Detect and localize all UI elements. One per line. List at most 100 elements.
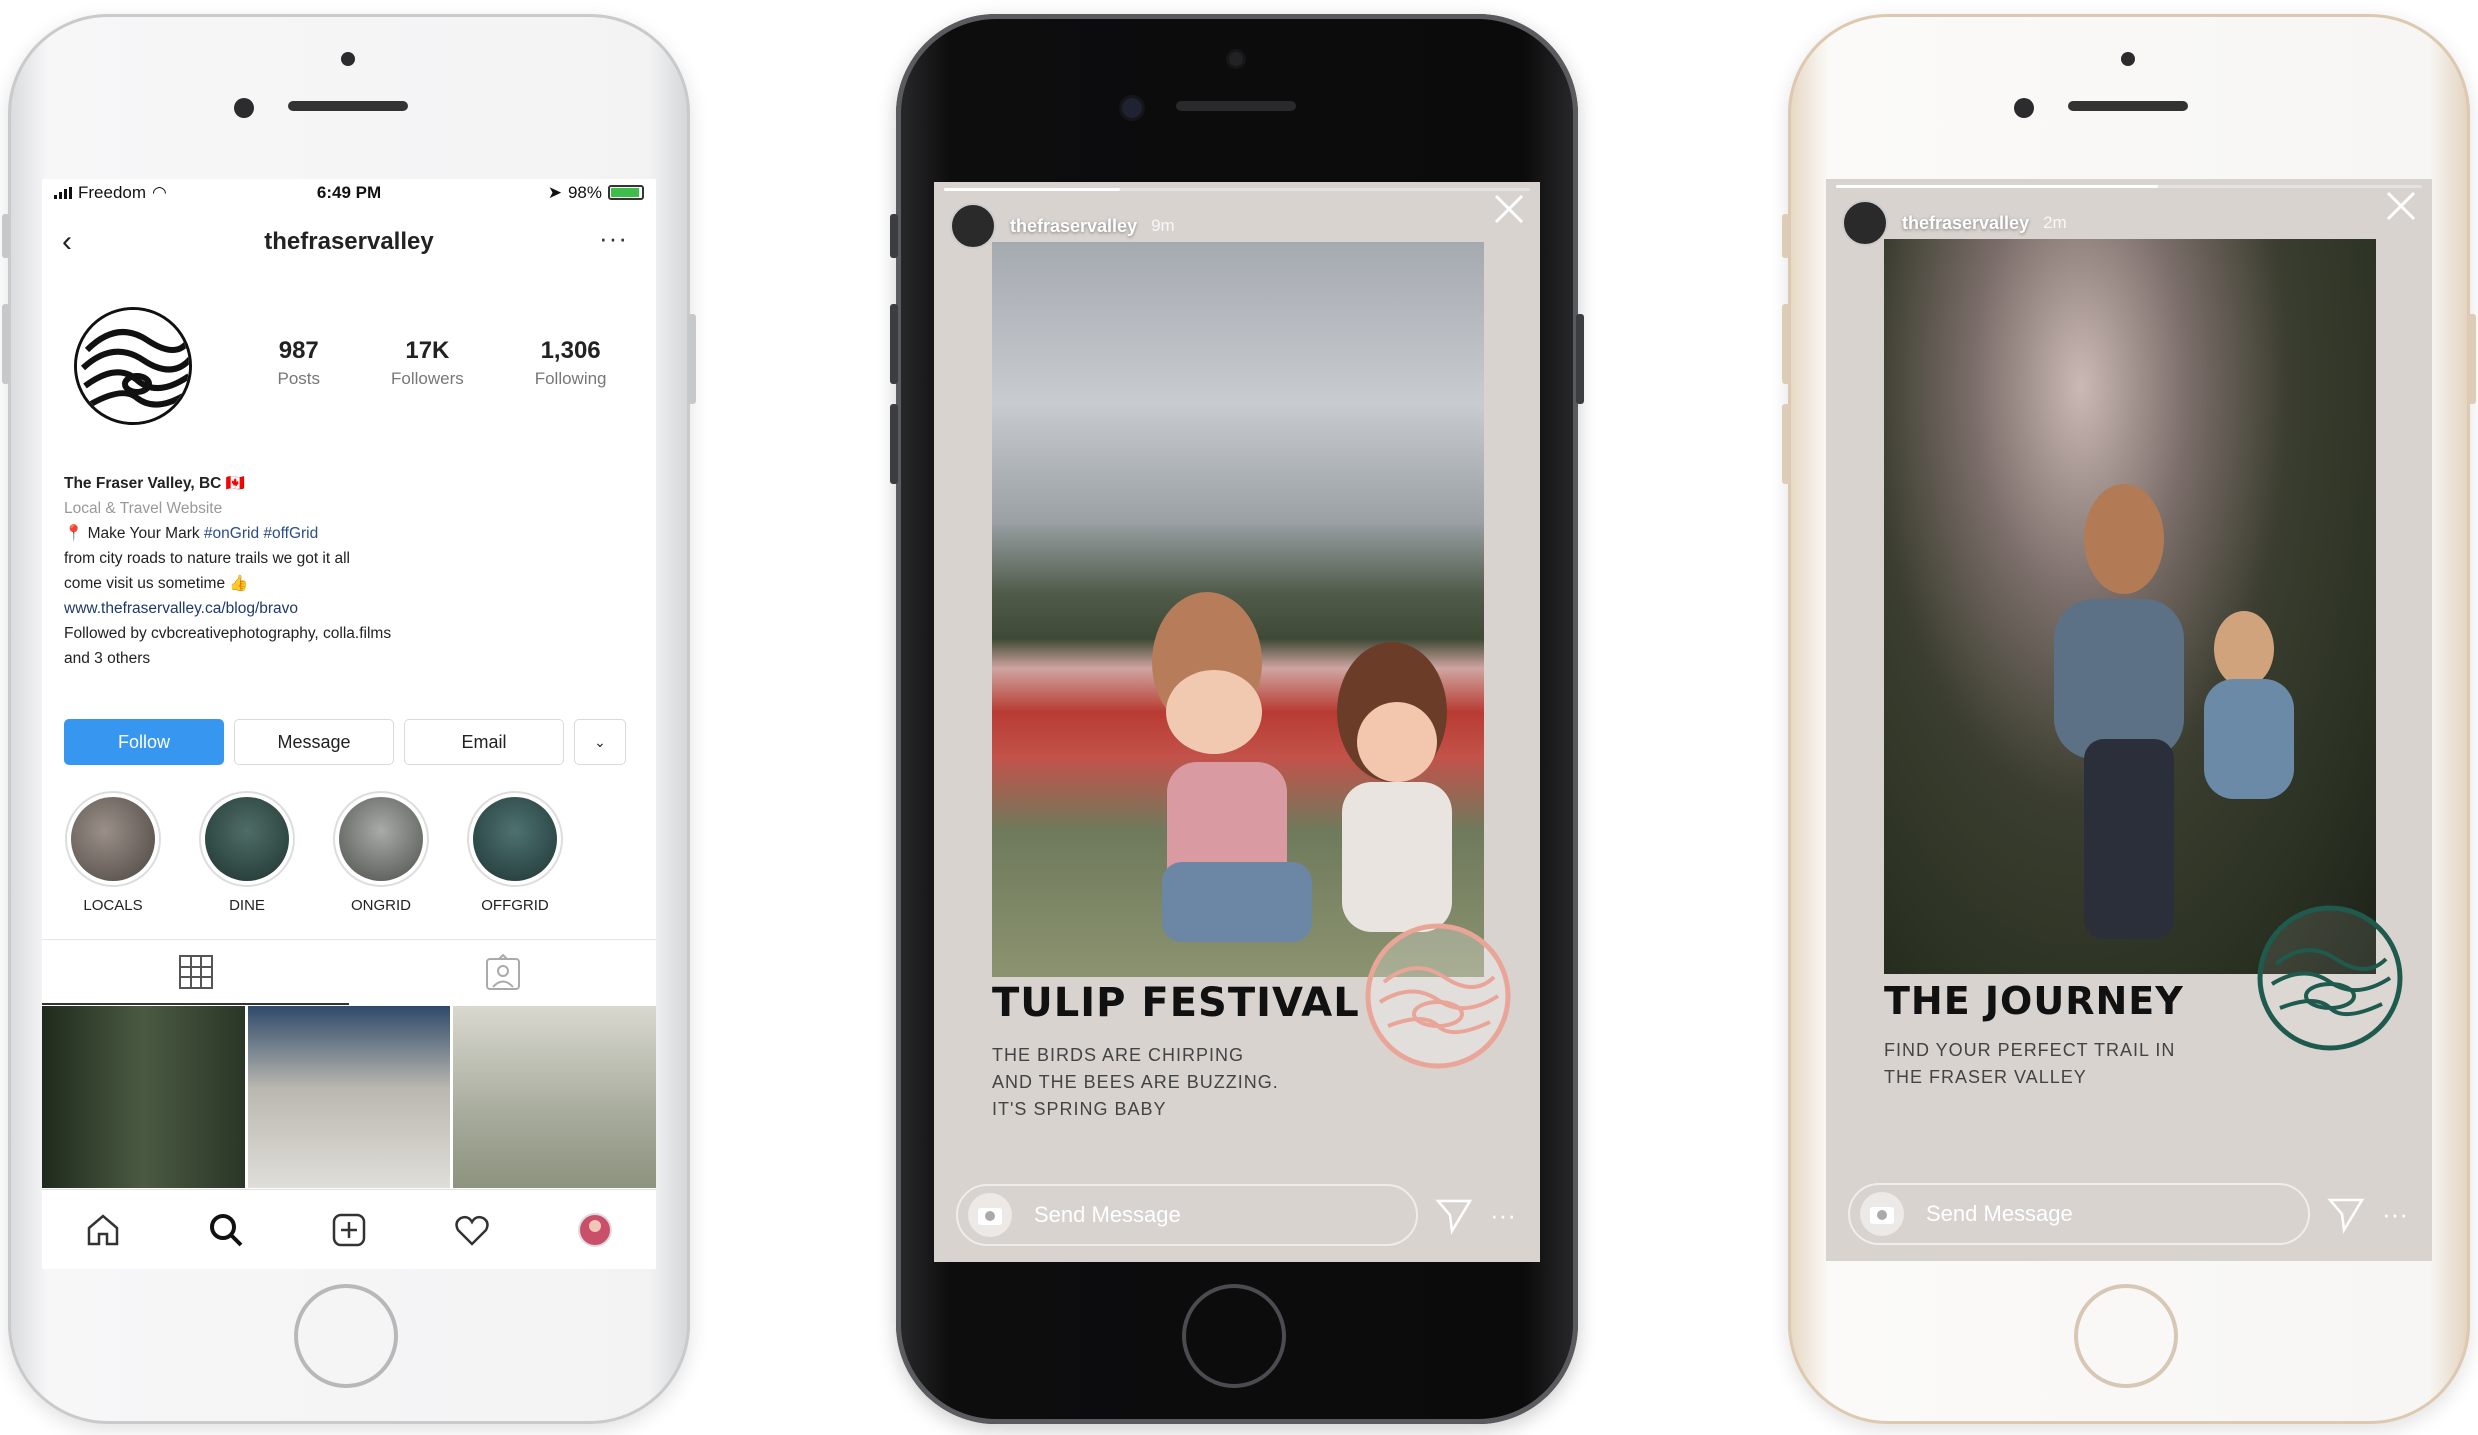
tab-tagged[interactable] (349, 940, 656, 1005)
send-message-placeholder: Send Message (1034, 1202, 1181, 1227)
story-progress-bar (1836, 185, 2422, 188)
follow-button[interactable]: Follow (64, 719, 224, 765)
story-highlights: LOCALS DINE ONGRID OFFGRID (64, 791, 624, 914)
phone-profile: Freedom ◠ 6:49 PM ➤ 98% ‹ thefraservalle… (2, 14, 696, 1424)
stat-value: 17K (405, 337, 450, 364)
story-subtitle: THE BIRDS ARE CHIRPING AND THE BEES ARE … (992, 1042, 1279, 1123)
new-post-icon[interactable] (329, 1210, 369, 1250)
story-username[interactable]: thefraservalley (1010, 216, 1137, 237)
story-time: 2m (2043, 213, 2067, 232)
front-camera (2121, 52, 2135, 66)
direct-send-icon[interactable] (2326, 1194, 2366, 1234)
story-avatar[interactable] (1842, 200, 1888, 246)
tab-grid[interactable] (42, 940, 349, 1005)
story-username[interactable]: thefraservalley (1902, 213, 2029, 234)
story-photo-hikers (2054, 484, 2294, 939)
earpiece-speaker (2068, 101, 2188, 111)
stat-posts[interactable]: 987 Posts (277, 337, 320, 389)
front-camera (341, 52, 355, 66)
direct-send-icon[interactable] (1434, 1195, 1474, 1235)
volume-up-button (2, 304, 10, 384)
story-header: thefraservalley 2m (1842, 193, 2416, 253)
story-reply-bar: Send Message ··· (956, 1184, 1516, 1246)
followed-by[interactable]: Followed by cvbcreativephotography, coll… (64, 621, 634, 646)
tagged-icon (485, 953, 520, 990)
highlight-label: LOCALS (83, 897, 143, 914)
phone-story-journey: thefraservalley 2m THE JOURNEY FIND YOUR… (1782, 14, 2476, 1424)
home-icon[interactable] (83, 1210, 123, 1250)
send-message-field[interactable]: Send Message (1848, 1183, 2311, 1245)
bio-link[interactable]: www.thefraservalley.ca/blog/bravo (64, 596, 634, 621)
volume-down-button (1782, 404, 1790, 484)
post-thumbnail[interactable] (453, 1006, 656, 1188)
story-title: THE JOURNEY (1884, 979, 2184, 1023)
home-button[interactable] (1182, 1284, 1286, 1388)
highlight-ongrid[interactable]: ONGRID (332, 791, 430, 914)
stat-label: Following (534, 369, 607, 388)
close-icon[interactable] (2384, 189, 2418, 223)
highlight-dine[interactable]: DINE (198, 791, 296, 914)
camera-icon[interactable] (1860, 1192, 1904, 1236)
mute-switch (890, 214, 898, 258)
profile-screen: Freedom ◠ 6:49 PM ➤ 98% ‹ thefraservalle… (42, 179, 656, 1269)
post-thumbnail[interactable] (42, 1006, 245, 1188)
stat-value: 987 (278, 337, 319, 364)
search-icon[interactable] (206, 1210, 246, 1250)
more-options-icon[interactable]: ··· (1490, 1200, 1516, 1231)
highlight-locals[interactable]: LOCALS (64, 791, 162, 914)
story-avatar[interactable] (950, 203, 996, 249)
phone-story-tulip: thefraservalley 9m TULIP FESTIVAL THE BI… (890, 14, 1584, 1424)
profile-header: ‹ thefraservalley ··· (42, 217, 656, 267)
volume-up-button (890, 304, 898, 384)
subtitle-line: THE FRASER VALLEY (1884, 1067, 2087, 1087)
followed-by-others[interactable]: and 3 others (64, 646, 634, 671)
post-thumbnail[interactable] (247, 1006, 451, 1188)
send-message-field[interactable]: Send Message (956, 1184, 1419, 1246)
status-bar: Freedom ◠ 6:49 PM ➤ 98% (42, 179, 656, 207)
stat-label: Followers (390, 369, 464, 388)
message-button[interactable]: Message (234, 719, 394, 765)
highlight-label: DINE (229, 897, 265, 914)
bio-name: The Fraser Valley, BC 🇨🇦 (64, 475, 245, 492)
email-button[interactable]: Email (404, 719, 564, 765)
subtitle-line: IT'S SPRING BABY (992, 1099, 1167, 1119)
stat-followers[interactable]: 17K Followers (391, 337, 464, 389)
bio-hashtags[interactable]: #onGrid #offGrid (204, 525, 318, 542)
earpiece-speaker (288, 101, 408, 111)
fraser-valley-badge (2257, 905, 2403, 1051)
close-icon[interactable] (1492, 192, 1526, 226)
story-photo-people (1152, 592, 1452, 942)
earpiece-speaker (1176, 101, 1296, 111)
front-camera (1229, 52, 1243, 66)
heart-icon[interactable] (452, 1210, 492, 1250)
subtitle-line: FIND YOUR PERFECT TRAIL IN (1884, 1040, 2176, 1060)
send-message-placeholder: Send Message (1926, 1201, 2073, 1226)
highlight-offgrid[interactable]: OFFGRID (466, 791, 564, 914)
sensor-dot (234, 98, 254, 118)
battery-icon (608, 185, 644, 200)
highlight-label: OFFGRID (481, 897, 549, 914)
volume-up-button (1782, 304, 1790, 384)
profile-tabs (42, 939, 656, 1005)
camera-icon[interactable] (968, 1193, 1012, 1237)
stat-value: 1,306 (540, 337, 601, 364)
home-button[interactable] (2074, 1284, 2178, 1388)
sensor-dot (2014, 98, 2034, 118)
more-options-icon[interactable]: ··· (599, 223, 628, 254)
profile-tab-avatar[interactable] (575, 1210, 615, 1250)
home-button[interactable] (294, 1284, 398, 1388)
more-options-icon[interactable]: ··· (2382, 1199, 2408, 1230)
subtitle-line: AND THE BEES ARE BUZZING. (992, 1072, 1279, 1092)
volume-down-button (890, 404, 898, 484)
profile-stats: 987 Posts 17K Followers 1,306 Following (242, 337, 642, 389)
stat-label: Posts (277, 369, 321, 388)
highlight-cover (473, 797, 557, 881)
mockup-stage: Freedom ◠ 6:49 PM ➤ 98% ‹ thefraservalle… (0, 0, 2478, 1435)
stat-following[interactable]: 1,306 Following (535, 337, 607, 389)
profile-avatar[interactable] (74, 307, 192, 425)
suggested-dropdown-button[interactable]: ⌄ (574, 719, 626, 765)
story-title: TULIP FESTIVAL (992, 980, 1360, 1026)
story-screen-journey: thefraservalley 2m THE JOURNEY FIND YOUR… (1826, 179, 2432, 1261)
back-arrow-icon[interactable]: ‹ (62, 225, 72, 259)
grid-icon (178, 954, 213, 989)
